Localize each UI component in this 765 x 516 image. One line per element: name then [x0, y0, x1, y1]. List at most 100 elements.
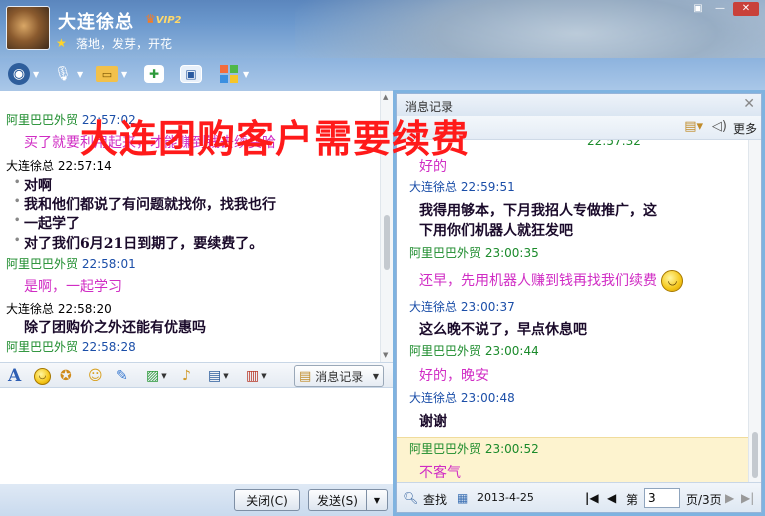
message-text: 对啊 — [14, 175, 52, 195]
grin-emoji-icon: ◡ — [661, 270, 684, 292]
message-text: 对了我们6月21日到期了，要续费了。 — [14, 233, 263, 253]
star-icon: ★ — [56, 36, 67, 50]
message-text: 一起学了 — [14, 213, 80, 233]
page-label: 第 — [626, 493, 639, 507]
sender-name: 大连徐总 — [409, 391, 458, 405]
more-button[interactable]: 更多 — [733, 120, 757, 137]
prev-page-icon[interactable]: ◀ — [607, 491, 616, 505]
close-window-button[interactable]: ✕ — [733, 2, 759, 16]
screen-share-button[interactable]: ▤ ▼ — [208, 366, 229, 386]
video-call-button[interactable]: ◉ ▼ — [8, 62, 39, 86]
find-button[interactable]: 查找 — [423, 491, 447, 508]
avatar[interactable] — [6, 6, 50, 50]
scroll-up-icon[interactable]: ▲ — [383, 93, 388, 101]
sms-button[interactable]: ✚ — [144, 62, 164, 86]
send-options-button[interactable]: ▼ — [366, 489, 388, 511]
shake-button[interactable]: ▥ ▼ — [246, 366, 267, 386]
history-footer: 🔍︎ 查找 ▦ 2013-4-25 |◀ ◀ 第 3 页/3页 ▶ ▶| — [397, 482, 761, 512]
chevron-down-icon: ▼ — [261, 372, 267, 380]
emoji-icon: ◡ — [34, 367, 51, 385]
music-icon[interactable]: ♪ — [182, 366, 191, 386]
highlighted-message[interactable]: 阿里巴巴外贸 23:00:52 不客气 — [397, 437, 750, 482]
font-icon[interactable]: A — [8, 366, 21, 386]
message-time: 22:58:01 — [81, 257, 136, 271]
speaker-icon[interactable]: ◁) — [712, 119, 727, 134]
contact-signature: 落地，发芽，开花 — [76, 37, 173, 51]
window-controls: ▣ — ✕ — [689, 2, 759, 16]
history-scrollbar[interactable] — [748, 140, 761, 482]
close-icon[interactable]: ✕ — [743, 96, 755, 112]
send-file-button[interactable]: ▭ ▼ — [96, 62, 127, 86]
message-time: 23:00:35 — [484, 246, 539, 260]
message-header: 阿里巴巴外贸 22:58:01 — [6, 255, 136, 272]
message-text: 我得用够本，下月我招人专做推广，这 — [419, 203, 657, 219]
history-button-label: 消息记录 — [315, 369, 364, 384]
message-text: 这么晚不说了，早点休息吧 — [419, 322, 587, 338]
restore-button[interactable]: ▣ — [689, 2, 707, 16]
animated-emoji-icon[interactable]: ✪ — [60, 366, 72, 386]
screenshot-icon[interactable]: ✎ — [116, 366, 128, 386]
scroll-thumb[interactable] — [752, 432, 758, 478]
emoji-button[interactable]: ◡ — [34, 366, 51, 386]
chevron-down-icon: ▼ — [372, 371, 379, 381]
message-header: 大连徐总 23:00:48 — [409, 389, 515, 406]
bottom-bar: 关闭(C) 发送(S) ▼ — [0, 484, 393, 516]
page-number-input[interactable]: 3 — [644, 488, 680, 508]
message-text-content: 还早，先用机器人赚到钱再找我们续费 — [419, 273, 657, 289]
history-date[interactable]: 2013-4-25 — [477, 491, 534, 504]
message-input[interactable] — [0, 388, 393, 484]
chevron-down-icon: ▼ — [223, 372, 229, 380]
voice-call-button[interactable]: 🎙 ▼ — [52, 62, 83, 86]
message-text: 好的，晚安 — [419, 368, 489, 384]
message-text: 还早，先用机器人赚到钱再找我们续费 ◡ — [419, 270, 684, 292]
send-button[interactable]: 发送(S) — [308, 489, 366, 511]
message-header: 阿里巴巴外贸 23:00:52 — [409, 440, 539, 457]
chevron-down-icon: ▼ — [161, 372, 167, 380]
message-text: 是啊，一起学习 — [24, 279, 122, 295]
chevron-down-icon: ▼ — [373, 495, 381, 505]
message-header: 阿里巴巴外贸 22:58:28 — [6, 338, 136, 355]
contact-name: 大连徐总 — [58, 12, 134, 33]
message-text: 除了团购价之外还能有优惠吗 — [24, 320, 206, 336]
message-time: 22:58:20 — [57, 302, 112, 316]
message-time: 22:58:28 — [81, 340, 136, 354]
calendar-icon[interactable]: ▦ — [457, 491, 468, 505]
input-toolbar: A ◡ ✪ ☺ ✎ ▨ ▼ ♪ ▤ ▼ ▥ ▼ ▤ 消息记录 ▼ — [0, 362, 393, 388]
minimize-button[interactable]: — — [711, 2, 729, 16]
message-time: 22:59:51 — [460, 180, 515, 194]
remote-assist-button[interactable]: ▣ — [180, 62, 202, 86]
overlay-caption: 大连团购客户需要续费 — [80, 117, 471, 161]
monitor-icon: ▣ — [180, 65, 202, 83]
sender-name: 阿里巴巴外贸 — [6, 113, 79, 127]
vip-badge[interactable]: ♛VIP2 — [145, 12, 182, 26]
chevron-down-icon: ▼ — [243, 69, 250, 79]
search-icon[interactable]: 🔍︎ — [403, 491, 418, 505]
sender-name: 大连徐总 — [6, 302, 55, 316]
next-page-icon[interactable]: ▶ — [725, 491, 734, 505]
apps-grid-icon — [218, 63, 240, 85]
sender-name: 阿里巴巴外贸 — [409, 442, 482, 456]
message-time: 22:57:32 — [587, 140, 641, 148]
main-toolbar: ◉ ▼ 🎙 ▼ ▭ ▼ ✚ ▣ ▼ — [0, 58, 765, 90]
magic-face-icon[interactable]: ☺ — [88, 366, 103, 386]
page-total: 页/3页 — [686, 493, 722, 507]
message-text: 谢谢 — [419, 414, 447, 430]
last-page-icon[interactable]: ▶| — [741, 491, 754, 505]
shake-icon: ▥ — [246, 368, 260, 384]
apps-button[interactable]: ▼ — [218, 62, 249, 86]
message-header: 大连徐总 23:00:37 — [409, 298, 515, 315]
message-text: 我和他们都说了有问题就找你，找我也行 — [14, 194, 276, 214]
microphone-icon: 🎙 — [54, 66, 72, 82]
sender-name: 阿里巴巴外贸 — [409, 246, 482, 260]
first-page-icon[interactable]: |◀ — [585, 491, 599, 505]
history-view-icon[interactable]: ▤▾ — [684, 119, 703, 134]
message-time: 23:00:48 — [460, 391, 515, 405]
message-text: 不客气 — [419, 465, 461, 481]
scroll-down-icon[interactable]: ▼ — [383, 351, 388, 359]
message-history-button[interactable]: ▤ 消息记录 ▼ — [294, 365, 384, 387]
scroll-thumb[interactable] — [384, 215, 390, 270]
close-button[interactable]: 关闭(C) — [234, 489, 300, 511]
image-button[interactable]: ▨ ▼ — [146, 366, 167, 386]
chevron-down-icon: ▼ — [33, 69, 40, 79]
message-time: 23:00:44 — [484, 344, 539, 358]
